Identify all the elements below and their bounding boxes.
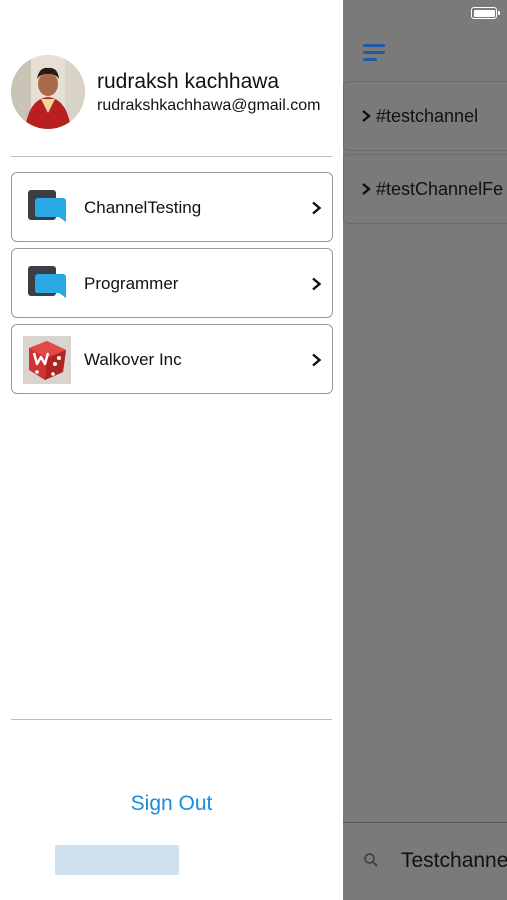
channel-name: #testChannelFe [376, 178, 504, 199]
divider [11, 156, 332, 157]
user-email: rudrakshkachhawa@gmail.com [97, 97, 321, 114]
chevron-right-icon [312, 201, 322, 215]
divider [11, 719, 332, 720]
team-item-walkover-inc[interactable]: Walkover Inc [11, 324, 333, 394]
bottom-placeholder-block [55, 845, 179, 875]
chat-bubble-logo-icon [28, 190, 66, 222]
chevron-right-icon [312, 353, 322, 367]
search-input[interactable]: Testchannel [401, 849, 507, 873]
team-name: Walkover Inc [84, 350, 182, 369]
sign-out-button[interactable]: Sign Out [0, 792, 343, 816]
channel-row[interactable]: #testChannelFe [343, 154, 507, 224]
channel-row[interactable]: #testchannel [343, 81, 507, 151]
team-name: ChannelTesting [84, 198, 202, 217]
chevron-right-icon [362, 110, 371, 122]
team-item-channeltesting[interactable]: ChannelTesting [11, 172, 333, 242]
hamburger-menu-icon[interactable] [363, 44, 387, 62]
chat-bubble-logo-icon [28, 266, 66, 298]
team-name: Programmer [84, 274, 179, 293]
user-name: rudraksh kachhawa [97, 70, 280, 93]
chevron-right-icon [362, 183, 371, 195]
red-dice-logo-icon [23, 336, 71, 384]
team-item-programmer[interactable]: Programmer [11, 248, 333, 318]
channel-name: #testchannel [376, 105, 479, 126]
profile-photo [11, 55, 85, 129]
battery-icon [471, 7, 497, 19]
avatar[interactable] [11, 55, 85, 129]
search-icon [364, 853, 378, 867]
chevron-right-icon [312, 277, 322, 291]
main-screen-overlay[interactable]: #testchannel #testChannelFe Testchannel [343, 0, 507, 900]
search-bar[interactable]: Testchannel [343, 822, 507, 900]
battery-tip [498, 11, 500, 15]
side-drawer: rudraksh kachhawa rudrakshkachhawa@gmail… [0, 0, 343, 900]
